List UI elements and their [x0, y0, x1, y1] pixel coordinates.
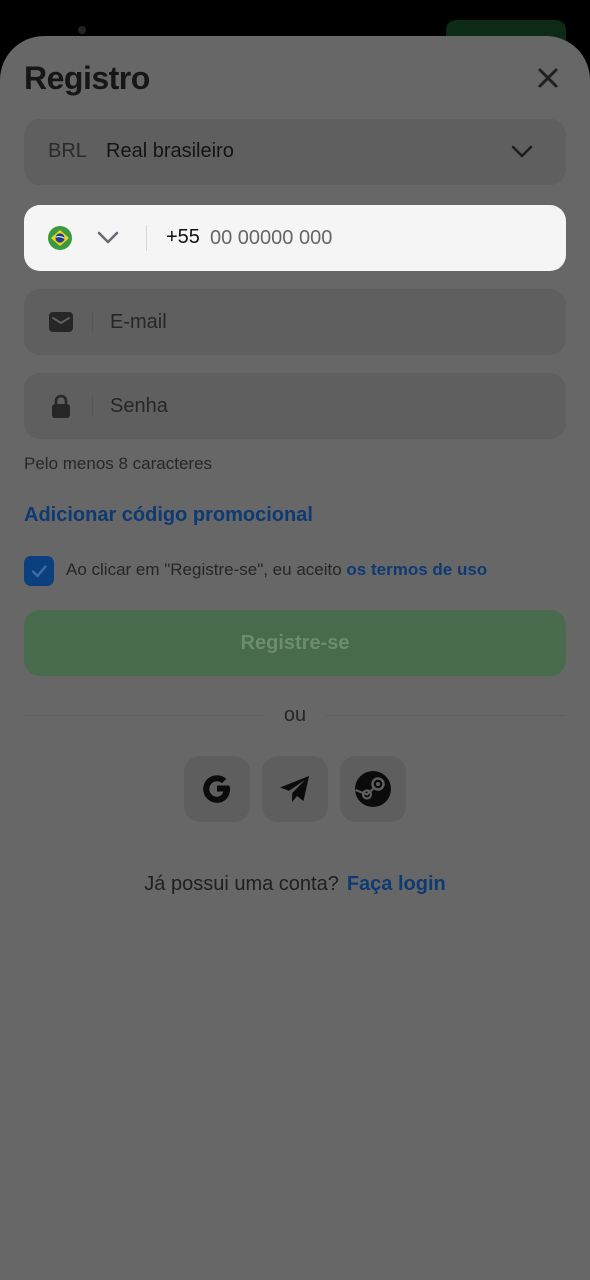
register-button[interactable]: Registre-se [24, 610, 566, 676]
terms-of-use-link[interactable]: os termos de uso [346, 560, 487, 579]
camera-dot [78, 26, 86, 34]
login-prompt: Já possui uma conta? [144, 873, 339, 895]
close-button[interactable] [532, 62, 564, 94]
email-field[interactable] [24, 289, 566, 355]
lock-icon [52, 394, 70, 418]
divider [92, 311, 93, 333]
phone-field: +55 [24, 205, 566, 271]
chevron-down-icon [511, 145, 533, 158]
terms-label: Ao clicar em "Registre-se", eu aceito os… [66, 560, 487, 580]
envelope-icon [49, 312, 73, 332]
terms-checkbox[interactable] [24, 556, 54, 586]
password-input[interactable] [110, 391, 530, 421]
page-title: Registro [24, 60, 150, 96]
password-hint: Pelo menos 8 caracteres [24, 454, 213, 473]
steam-login-button[interactable] [340, 756, 406, 822]
steam-icon [355, 771, 391, 807]
password-field[interactable] [24, 373, 566, 439]
close-icon [538, 68, 558, 88]
divider [146, 225, 147, 251]
login-prompt-row: Já possui uma conta? Faça login [0, 873, 590, 896]
phone-prefix: +55 [166, 226, 200, 248]
currency-code: BRL [48, 140, 87, 162]
terms-text: Ao clicar em "Registre-se", eu aceito [66, 560, 347, 579]
email-input[interactable] [110, 307, 530, 337]
phone-input[interactable] [210, 223, 530, 253]
google-icon [203, 775, 230, 803]
screen: Registro BRL Real brasileiro +55 00 0000… [0, 0, 590, 1280]
brazil-flag-icon [48, 226, 72, 250]
divider [92, 395, 93, 417]
chevron-down-icon [97, 231, 119, 244]
currency-name: Real brasileiro [106, 140, 234, 162]
or-separator: ou [283, 704, 307, 726]
telegram-login-button[interactable] [262, 756, 328, 822]
google-login-button[interactable] [184, 756, 250, 822]
currency-select[interactable]: BRL Real brasileiro [24, 119, 566, 185]
country-code-select[interactable] [24, 205, 146, 271]
add-promo-code-link[interactable]: Adicionar código promocional [24, 504, 313, 527]
telegram-icon [280, 776, 309, 802]
login-link[interactable]: Faça login [347, 873, 446, 895]
checkmark-icon [31, 565, 47, 578]
